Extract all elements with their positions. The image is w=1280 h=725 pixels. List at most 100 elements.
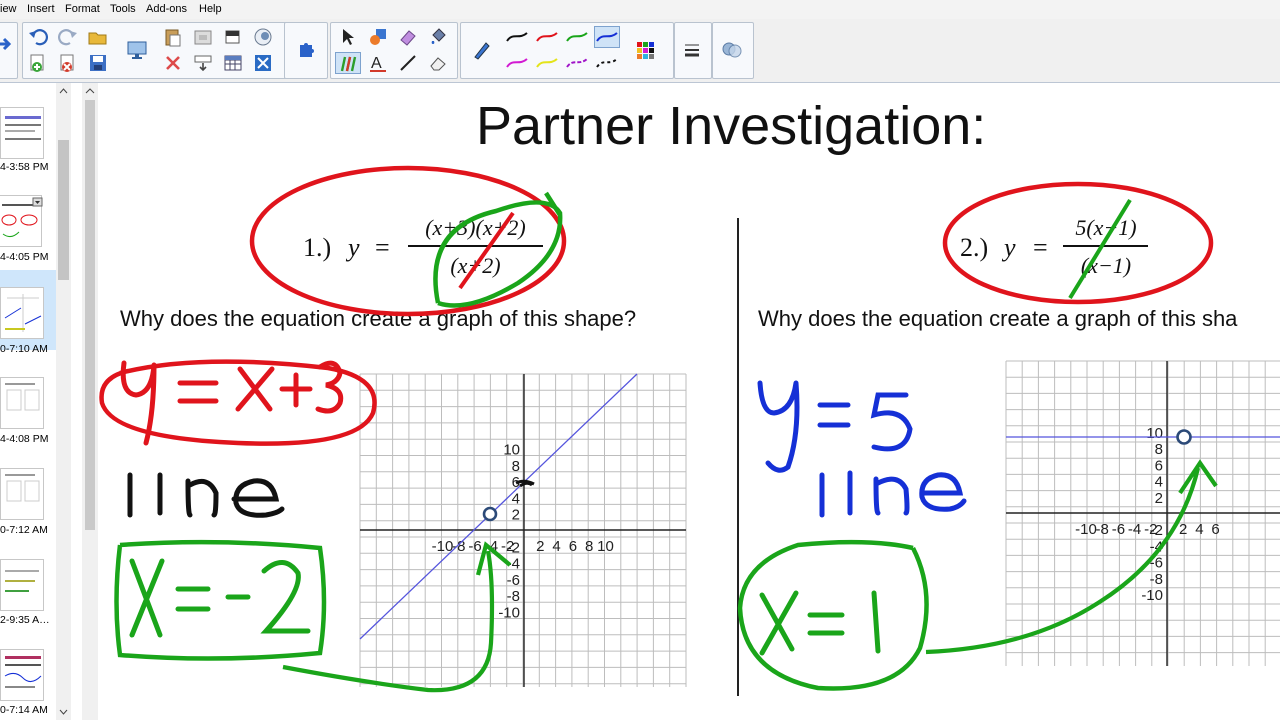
page-thumbnail-7[interactable] <box>0 649 44 701</box>
toolbar: A <box>0 19 1280 83</box>
canvas-scroll-thumb[interactable] <box>85 100 95 530</box>
eraser-icon[interactable] <box>425 52 451 74</box>
right-graph-y-tick-label: 8 <box>1155 441 1163 458</box>
transparency-icon[interactable] <box>719 39 745 61</box>
page-thumbnail-label-4: 4-4:08 PM <box>0 433 49 445</box>
add-page-icon[interactable] <box>25 52 51 74</box>
pen-style-magenta-icon[interactable] <box>504 52 530 74</box>
page-thumbnail-label-5: 0-7:12 AM <box>0 524 48 536</box>
whiteboard-canvas[interactable]: Partner Investigation: 1.) y = (x+3)(x+2… <box>98 83 1280 720</box>
redo-icon[interactable] <box>55 26 81 48</box>
menu-addons[interactable]: Add-ons <box>146 3 187 15</box>
left-green-arrow <box>282 541 512 693</box>
fullscreen-icon[interactable] <box>250 52 276 74</box>
left-graph-y-tick-label: 2 <box>512 507 520 524</box>
left-graph-grid: -10-8 -6 -4 -2 2 4 6 8 10108642-2-4-6-8-10 <box>359 373 687 687</box>
open-file-icon[interactable] <box>85 26 111 48</box>
left-graph-y-tick-label: -10 <box>498 605 520 622</box>
pen-style-purple-dash-icon[interactable] <box>564 52 590 74</box>
page-thumbnail-1[interactable] <box>0 107 44 159</box>
problem-2-green-strike <box>1068 198 1132 300</box>
pen-style-green-icon[interactable] <box>564 26 590 48</box>
page-thumbnail-4[interactable] <box>0 377 44 429</box>
page-thumbnail-6[interactable] <box>0 559 44 611</box>
line-icon[interactable] <box>395 52 421 74</box>
screen-shade-icon[interactable] <box>220 26 246 48</box>
table-icon[interactable] <box>220 52 246 74</box>
pen-style-yellow-icon[interactable] <box>534 52 560 74</box>
graphs-layer: -10-8 -6 -4 -2 2 4 6 8 10108642-2-4-6-8-10 -10-8… <box>99 165 1280 693</box>
save-icon[interactable] <box>85 52 111 74</box>
left-graph-y-tick-label: -2 <box>507 539 520 556</box>
ink-y-equals-5-line <box>757 380 967 518</box>
delete-icon[interactable] <box>160 52 186 74</box>
right-graph-x-tick-label: -8 <box>1096 521 1109 538</box>
page-thumbnail-label-6: 2-9:35 A… <box>0 614 50 626</box>
right-graph-x-tick-label: 6 <box>1211 521 1219 538</box>
shapes-icon[interactable] <box>365 26 391 48</box>
problem-1-red-strike <box>458 211 515 290</box>
pen-style-black-dash-icon[interactable] <box>594 52 620 74</box>
problem-1-green-loop <box>433 191 563 308</box>
toolbar-group-addons <box>284 22 328 79</box>
left-graph-x-tick-label: 8 <box>585 538 593 555</box>
right-graph-y-tick-label: 4 <box>1155 474 1163 491</box>
ink-x-equals-minus-2 <box>129 558 311 638</box>
svg-text:A: A <box>371 55 382 72</box>
clone-icon[interactable] <box>190 26 216 48</box>
spotlight-icon[interactable] <box>250 26 276 48</box>
left-graph-x-tick-label: 4 <box>552 538 560 555</box>
toolbar-group-pen-styles <box>460 22 674 79</box>
page-thumbnail-label-7: 0-7:14 AM <box>0 704 48 716</box>
menu-tools[interactable]: Tools <box>110 3 136 15</box>
undo-icon[interactable] <box>25 26 51 48</box>
page-thumbnail-3[interactable] <box>0 287 44 339</box>
pens-icon[interactable] <box>335 52 361 74</box>
right-graph-y-tick-label: -10 <box>1141 587 1163 604</box>
menu-view[interactable]: iew <box>0 3 17 15</box>
text-icon[interactable]: A <box>365 52 391 74</box>
toolbar-group-tools: A <box>330 22 458 79</box>
next-page-icon[interactable] <box>0 33 17 55</box>
left-graph-x-tick-label: 2 <box>536 538 544 555</box>
menu-format[interactable]: Format <box>65 3 100 15</box>
color-palette-icon[interactable] <box>632 39 658 61</box>
page-thumbnail-2[interactable] <box>0 195 43 247</box>
delete-page-icon[interactable] <box>55 52 81 74</box>
left-graph-x-tick-label: 6 <box>569 538 577 555</box>
right-graph-x-tick-label: -10 <box>1075 521 1097 538</box>
sorter-scroll-thumb[interactable] <box>58 140 69 280</box>
paste-icon[interactable] <box>160 26 186 48</box>
eraser-shapes-icon[interactable] <box>395 26 421 48</box>
left-graph-y-tick-label: 8 <box>512 458 520 475</box>
right-graph-y-tick-label: -8 <box>1150 571 1163 588</box>
right-graph-x-tick-label: 2 <box>1179 521 1187 538</box>
view-icon[interactable] <box>190 52 216 74</box>
left-graph-x-tick-label: 10 <box>597 538 614 555</box>
ink-x-equals-1 <box>759 590 881 656</box>
right-graph-hole <box>1176 429 1192 445</box>
right-graph-y-tick-label: -2 <box>1150 522 1163 539</box>
screen-capture-icon[interactable] <box>124 39 150 61</box>
pen-style-black-icon[interactable] <box>504 26 530 48</box>
select-arrow-icon[interactable] <box>335 26 361 48</box>
toolbar-group-nav <box>0 22 18 79</box>
left-graph-hole <box>482 506 498 522</box>
pen-style-blue-icon[interactable] <box>594 26 620 48</box>
page-thumbnail-label-1: 4-3:58 PM <box>0 161 49 173</box>
answer-1-red-circle <box>99 359 377 446</box>
toolbar-group-edit <box>22 22 324 79</box>
toolbar-group-transparency <box>712 22 754 79</box>
right-graph-x-tick-label: 4 <box>1195 521 1203 538</box>
left-graph-line <box>359 373 638 640</box>
pen-style-red-icon[interactable] <box>534 26 560 48</box>
line-width-icon[interactable] <box>679 39 705 61</box>
fill-icon[interactable] <box>425 26 451 48</box>
right-graph-grid: -10-8 -6 -4 -2 2 4 6108642-2-4-6-8-10 <box>1005 360 1280 666</box>
page-thumbnail-5[interactable] <box>0 468 44 520</box>
menu-insert[interactable]: Insert <box>27 3 55 15</box>
menu-help[interactable]: Help <box>199 3 222 15</box>
pen-properties-icon[interactable] <box>469 39 495 61</box>
puzzle-icon[interactable] <box>293 39 319 61</box>
menu-bar: iew Insert Format Tools Add-ons Help <box>0 0 1280 19</box>
